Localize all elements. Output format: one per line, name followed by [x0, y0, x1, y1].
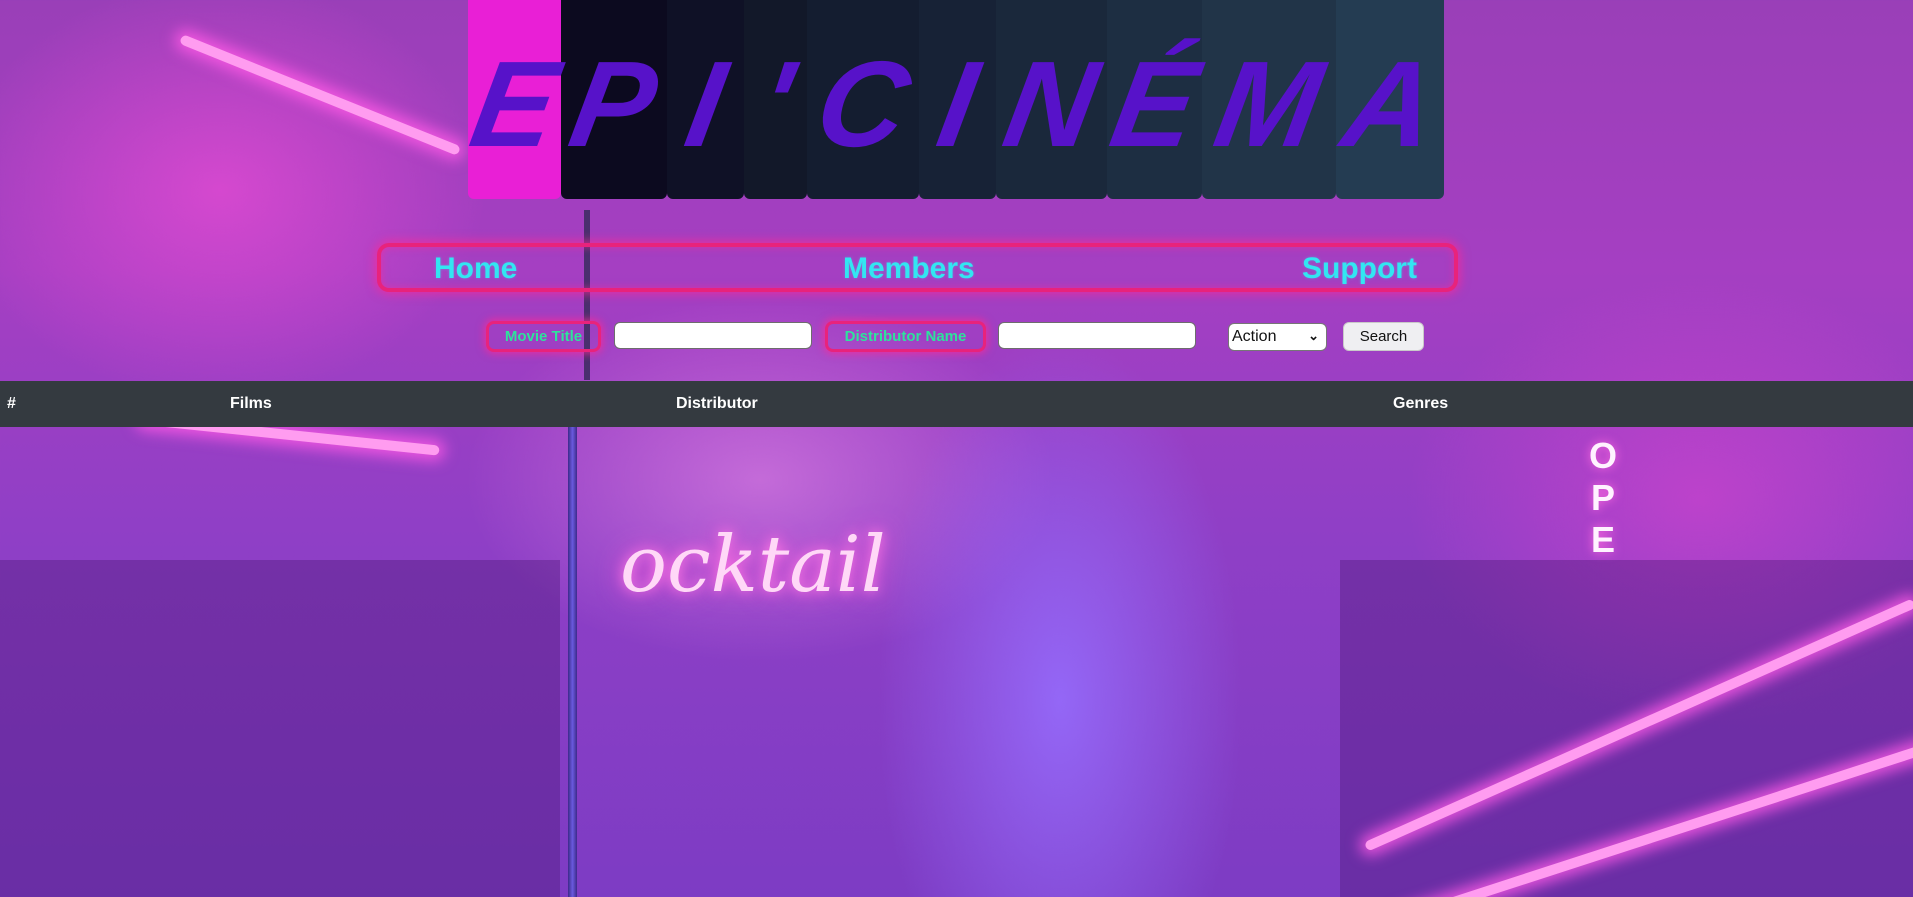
logo-letter: A — [1333, 35, 1447, 172]
logo-letter: C — [806, 35, 920, 172]
distributor-name-label: Distributor Name — [825, 321, 986, 352]
logo-letter: E — [461, 35, 568, 172]
column-header-genres: Genres — [1393, 395, 1449, 412]
genre-select[interactable]: Action ⌄ — [1228, 323, 1327, 351]
column-header-distributor: Distributor — [676, 395, 758, 412]
building-right — [1340, 560, 1913, 897]
logo-tile: C — [807, 0, 919, 199]
neon-strip — [179, 34, 461, 156]
neon-strip — [1392, 743, 1913, 897]
nav-support-link[interactable]: Support — [1302, 252, 1417, 286]
street-pole-top — [584, 210, 590, 380]
logo-letter: I — [676, 35, 735, 172]
logo-tile: É — [1102, 0, 1207, 199]
column-header-films: Films — [230, 395, 272, 412]
films-table-header: # Films Distributor Genres — [0, 381, 1913, 427]
distributor-name-input[interactable] — [998, 322, 1196, 349]
logo-letter: ' — [748, 35, 802, 172]
logo-tile: N — [995, 0, 1108, 199]
genre-select-value: Action — [1232, 328, 1277, 345]
logo-letter: M — [1206, 35, 1332, 172]
cocktail-neon-sign: ocktail — [620, 520, 886, 610]
neon-strip — [1363, 598, 1913, 852]
logo-tile: I — [667, 0, 744, 199]
logo-letter: I — [928, 35, 987, 172]
nav-members-link[interactable]: Members — [843, 252, 975, 286]
logo-letter: É — [1101, 35, 1208, 172]
movie-title-input[interactable] — [614, 322, 812, 349]
logo-tile: ' — [744, 0, 807, 199]
logo-letter: P — [561, 35, 667, 172]
column-header-number: # — [7, 395, 16, 412]
main-nav: Home Members Support — [377, 243, 1458, 292]
chevron-down-icon: ⌄ — [1308, 328, 1319, 343]
logo-tile: A — [1333, 0, 1447, 199]
logo-tile: E — [462, 0, 567, 199]
logo-tile: M — [1202, 0, 1336, 199]
building-left — [0, 560, 560, 897]
logo-tile: I — [919, 0, 996, 199]
nav-home-link[interactable]: Home — [434, 252, 517, 286]
logo-letter: N — [995, 35, 1108, 172]
movie-title-label: Movie Title — [486, 321, 601, 352]
search-button[interactable]: Search — [1343, 322, 1424, 351]
street-pole — [568, 420, 577, 897]
site-logo: E P I ' C I N É M A — [462, 0, 1447, 199]
logo-tile: P — [561, 0, 667, 199]
open-neon-sign: OPE — [1588, 435, 1617, 560]
